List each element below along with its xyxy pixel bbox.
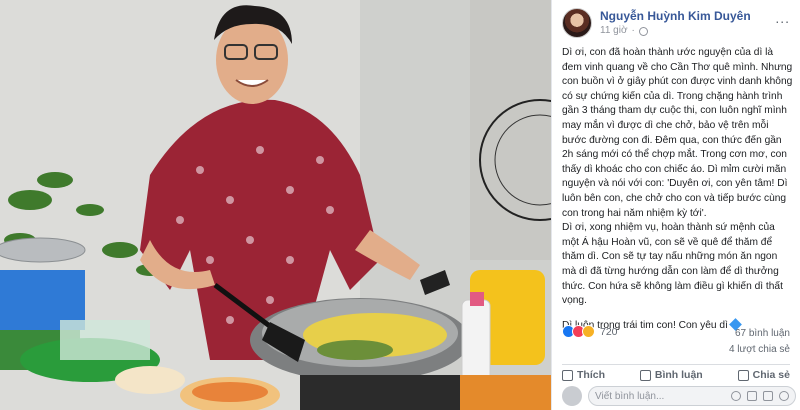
viewer-avatar bbox=[562, 386, 582, 406]
sad-icon bbox=[582, 325, 595, 338]
camera-icon[interactable] bbox=[747, 391, 757, 401]
facebook-post-view: Nguyễn Huỳnh Kim Duyên 11 giờ · ... Dì ơ… bbox=[0, 0, 800, 410]
post-photo[interactable] bbox=[0, 0, 551, 410]
shares-count[interactable]: 4 lượt chia sẻ bbox=[729, 342, 790, 358]
post-stats: 67 bình luận 4 lượt chia sẻ bbox=[729, 326, 790, 358]
post-paragraph-1: Dì ơi, con đã hoàn thành ước nguyện của … bbox=[562, 47, 793, 219]
post-time-row: 11 giờ · bbox=[600, 24, 751, 38]
emoji-icon[interactable] bbox=[731, 391, 741, 401]
comment-placeholder: Viết bình luận... bbox=[595, 390, 665, 402]
post-timestamp[interactable]: 11 giờ bbox=[600, 24, 628, 38]
post-header: Nguyễn Huỳnh Kim Duyên 11 giờ · bbox=[562, 8, 751, 38]
share-label: Chia sẻ bbox=[752, 369, 790, 381]
thumbs-up-icon bbox=[562, 369, 573, 381]
author-name[interactable]: Nguyễn Huỳnh Kim Duyên bbox=[600, 8, 751, 24]
gif-icon[interactable] bbox=[763, 391, 773, 401]
author-avatar[interactable] bbox=[562, 8, 592, 38]
like-label: Thích bbox=[577, 369, 605, 381]
like-button[interactable]: Thích bbox=[562, 369, 605, 381]
comment-composer: Viết bình luận... bbox=[562, 386, 796, 406]
reaction-count: 720 bbox=[600, 325, 618, 338]
comment-icon bbox=[639, 369, 651, 381]
comment-tools bbox=[731, 391, 789, 401]
share-button[interactable]: Chia sẻ bbox=[737, 369, 790, 381]
share-icon bbox=[737, 369, 749, 381]
globe-icon bbox=[638, 26, 648, 36]
divider bbox=[562, 364, 790, 365]
post-body: Dì ơi, con đã hoàn thành ước nguyện của … bbox=[562, 46, 794, 333]
more-options-icon[interactable]: ... bbox=[775, 10, 790, 26]
comment-button[interactable]: Bình luận bbox=[639, 369, 703, 381]
comment-label: Bình luận bbox=[654, 369, 703, 381]
comments-count[interactable]: 67 bình luận bbox=[729, 326, 790, 342]
post-meta: Nguyễn Huỳnh Kim Duyên 11 giờ · bbox=[600, 8, 751, 38]
post-panel: Nguyễn Huỳnh Kim Duyên 11 giờ · ... Dì ơ… bbox=[551, 0, 800, 410]
comment-input[interactable]: Viết bình luận... bbox=[588, 386, 796, 406]
post-paragraph-2: Dì ơi, xong nhiệm vụ, hoàn thành sứ mệnh… bbox=[562, 222, 783, 307]
action-bar: Thích Bình luận Chia sẻ bbox=[562, 369, 790, 381]
reactions-summary[interactable]: 720 bbox=[562, 325, 618, 338]
photo-illustration bbox=[0, 0, 551, 410]
sticker-icon[interactable] bbox=[779, 391, 789, 401]
